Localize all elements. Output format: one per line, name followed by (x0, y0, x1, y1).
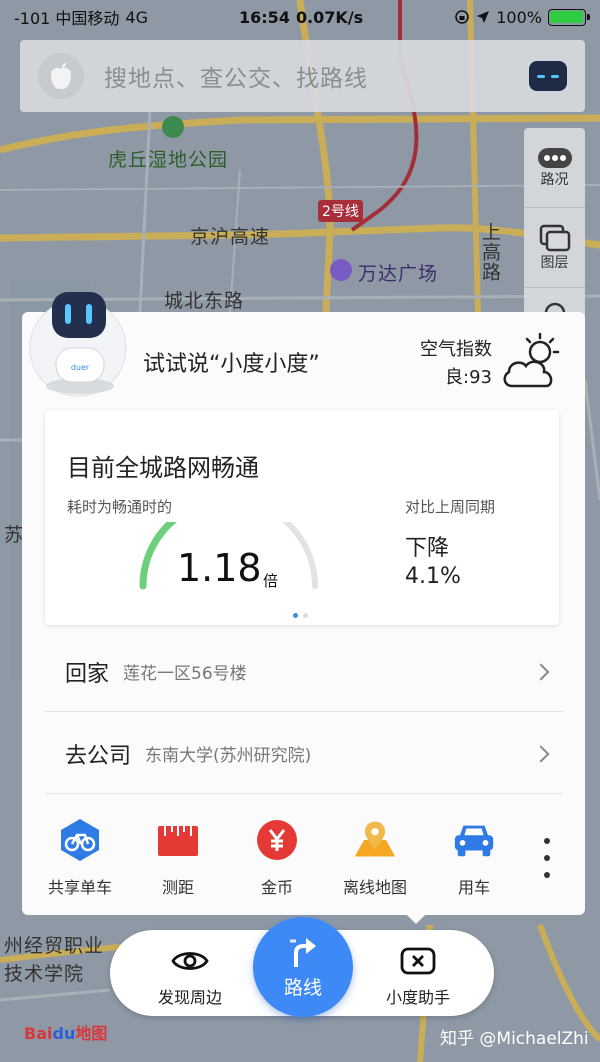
tool-label: 测距 (161, 878, 194, 897)
map-label-road-north[interactable]: 城北东路 (164, 286, 244, 313)
network-label: 4G (125, 7, 148, 27)
traffic-gauge-fill (139, 522, 178, 590)
layers-icon (539, 224, 570, 251)
traffic-title: 目前全城路网畅通 (67, 454, 259, 482)
partly-cloudy-icon (503, 332, 560, 388)
location-arrow-icon (477, 11, 490, 23)
ruler-icon (156, 818, 200, 862)
map-label-fragment[interactable]: 苏 (4, 520, 24, 547)
route-arrow-icon (290, 937, 316, 967)
route-button[interactable]: 路线 (253, 917, 353, 1017)
air-title: 空气指数 (420, 339, 492, 360)
metro-line-tag[interactable]: 2号线 (318, 200, 363, 222)
status-bar: -101 中国移动 4G 16:54 0.07K/s 100% (0, 0, 600, 34)
quick-tools: 共享单车 测距 金币 离线地图 用车 (22, 818, 585, 904)
tool-coins[interactable]: 金币 (227, 818, 327, 898)
route-label: 路线 (283, 976, 322, 999)
tool-label: 用车 (457, 878, 490, 897)
favorite-work-row[interactable]: 去公司 东南大学(苏州研究院) (45, 714, 563, 794)
yen-coin-icon (255, 818, 299, 862)
tool-label: 共享单车 (47, 878, 112, 897)
logo-text-map: 地图 (75, 1024, 108, 1043)
assistant-avatar[interactable]: duer (22, 290, 134, 398)
chevron-right-icon (532, 745, 550, 762)
tool-shared-bike[interactable]: 共享单车 (30, 818, 130, 898)
car-icon (452, 818, 496, 862)
assistant-label: 小度助手 (385, 988, 450, 1007)
tool-label: 离线地图 (342, 878, 407, 897)
rotation-lock-icon (455, 10, 469, 24)
logo-text-bai: Bai (24, 1024, 53, 1043)
network-speed: 0.07K/s (295, 7, 364, 27)
search-bar[interactable]: 搜地点、查公交、找路线 (20, 40, 585, 112)
tool-offline-map[interactable]: 离线地图 (325, 818, 425, 898)
page-dot (303, 613, 308, 618)
map-tool-panel: 路况 图层 (524, 128, 585, 338)
favorite-address: 莲花一区56号楼 (123, 664, 247, 684)
discover-label: 发现周边 (157, 988, 222, 1007)
tool-label: 金币 (260, 878, 293, 897)
robot-assistant-icon[interactable] (529, 61, 567, 91)
mall-pin-icon[interactable] (330, 259, 352, 281)
eye-icon (140, 944, 240, 978)
bike-icon (58, 818, 102, 862)
assistant-button[interactable]: 小度助手 (368, 944, 468, 1008)
more-icon[interactable] (540, 838, 554, 878)
traffic-trend: 下降 (405, 536, 450, 561)
logo-text-du: du (52, 1024, 76, 1043)
traffic-toggle-button[interactable]: 路况 (524, 128, 585, 208)
park-pin-icon[interactable] (162, 116, 184, 138)
traffic-compare-label: 对比上周同期 (405, 498, 496, 516)
battery-icon (547, 8, 590, 26)
apple-logo-icon[interactable] (38, 53, 84, 99)
traffic-subtitle: 耗时为畅通时的 (67, 498, 173, 516)
battery-percent: 100% (496, 7, 542, 27)
offline-map-icon (353, 818, 397, 862)
favorite-name: 去公司 (65, 743, 132, 769)
map-label-park[interactable]: 虎丘湿地公园 (108, 145, 228, 172)
watermark: 知乎 @MichaelZhi (440, 1029, 589, 1049)
chevron-right-icon (532, 663, 550, 680)
favorite-home-row[interactable]: 回家 莲花一区56号楼 (45, 632, 563, 712)
favorite-name: 回家 (65, 661, 110, 687)
assistant-prompt[interactable]: 试试说“小度小度” (143, 346, 320, 378)
traffic-label: 路况 (540, 171, 569, 188)
layers-button[interactable]: 图层 (524, 208, 585, 288)
air-value: 良:93 (445, 367, 492, 388)
card-pointer (404, 912, 428, 924)
tool-measure[interactable]: 测距 (128, 818, 228, 898)
map-label-school[interactable]: 州经贸职业 技术学院 (4, 932, 104, 988)
layers-label: 图层 (540, 254, 569, 271)
traffic-ratio: 1.18 (177, 546, 262, 590)
traffic-percent: 4.1% (405, 564, 461, 589)
traffic-icon (537, 147, 572, 168)
page-indicator (293, 613, 308, 618)
search-input[interactable]: 搜地点、查公交、找路线 (104, 59, 529, 93)
discover-nearby-button[interactable]: 发现周边 (140, 944, 240, 1008)
traffic-summary-panel[interactable]: 目前全城路网畅通 耗时为畅通时的 1.18 倍 对比上周同期 下降 4.1% (45, 410, 559, 625)
map-label-gaosu[interactable]: 上高路 (477, 222, 504, 282)
map-label-wanda[interactable]: 万达广场 (358, 259, 438, 286)
baidu-map-logo: Baidu地图 (24, 1020, 107, 1044)
traffic-ratio-unit: 倍 (263, 572, 279, 590)
carrier-label: -101 中国移动 (14, 9, 120, 28)
map-label-expressway[interactable]: 京沪高速 (190, 222, 270, 249)
page-dot (293, 613, 298, 618)
air-quality[interactable]: 空气指数 良:93 (420, 336, 492, 392)
avatar-label: duer (71, 363, 90, 372)
assistant-close-icon (368, 944, 468, 978)
tool-car[interactable]: 用车 (424, 818, 524, 898)
favorite-address: 东南大学(苏州研究院) (145, 746, 312, 766)
clock: 16:54 (239, 7, 290, 27)
